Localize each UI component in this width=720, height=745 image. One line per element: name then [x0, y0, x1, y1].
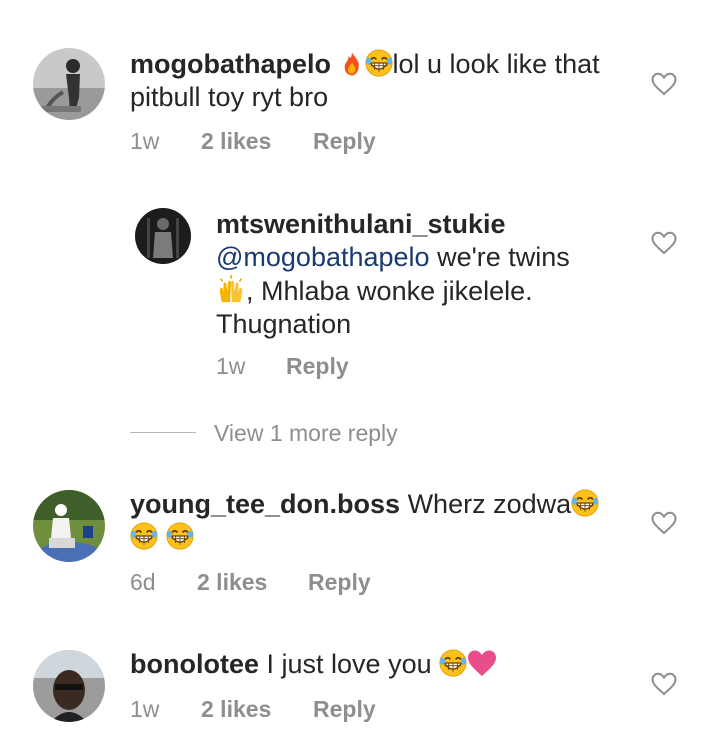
comment-text: mogobathapelo lol u look like that pitbu… — [130, 48, 650, 114]
fire-emoji-icon — [339, 51, 365, 77]
comment-meta: 1w 2 likes Reply — [130, 696, 430, 724]
tears-of-joy-emoji-icon — [365, 49, 393, 77]
reply-button[interactable]: Reply — [313, 128, 376, 155]
tears-of-joy-emoji-icon — [166, 522, 194, 550]
like-heart-icon[interactable] — [651, 672, 677, 696]
tears-of-joy-emoji-icon — [571, 489, 599, 517]
view-more-label[interactable]: View 1 more reply — [214, 420, 398, 447]
comment-body: Wherz zodwa — [407, 489, 572, 519]
username[interactable]: mogobathapelo — [130, 49, 331, 79]
raised-hands-emoji-icon — [216, 274, 246, 304]
username[interactable]: mtswenithulani_stukie — [216, 208, 636, 241]
likes-count[interactable]: 2 likes — [201, 696, 271, 723]
divider — [130, 432, 196, 433]
reply-button[interactable]: Reply — [308, 569, 371, 596]
avatar[interactable] — [135, 208, 191, 264]
likes-count[interactable]: 2 likes — [197, 569, 267, 596]
username[interactable]: young_tee_don.boss — [130, 489, 400, 519]
comment-meta: 6d 2 likes Reply — [130, 569, 430, 597]
like-heart-icon[interactable] — [651, 72, 677, 96]
reply-button[interactable]: Reply — [313, 696, 376, 723]
avatar[interactable] — [33, 490, 105, 562]
comment-body-part1: we're twins — [429, 242, 570, 272]
comment-meta: 1w Reply — [216, 353, 416, 381]
mention-link[interactable]: @mogobathapelo — [216, 242, 430, 272]
timestamp: 6d — [130, 569, 156, 595]
comment-body-part3: Thugnation — [216, 309, 352, 339]
comment-text: young_tee_don.boss Wherz zodwa — [130, 488, 630, 554]
tears-of-joy-emoji-icon — [439, 649, 467, 677]
comment-text: mtswenithulani_stukie @mogobathapelo we'… — [216, 208, 636, 341]
pink-heart-emoji-icon — [467, 649, 497, 677]
avatar[interactable] — [33, 48, 105, 120]
reply-button[interactable]: Reply — [286, 353, 349, 380]
avatar[interactable] — [33, 650, 105, 722]
timestamp: 1w — [216, 353, 246, 379]
comment-text: bonolotee I just love you — [130, 648, 630, 681]
comment-body-part2: , Mhlaba wonke jikelele. — [246, 276, 533, 306]
timestamp: 1w — [130, 696, 160, 722]
likes-count[interactable]: 2 likes — [201, 128, 271, 155]
comment-meta: 1w 2 likes Reply — [130, 128, 430, 156]
like-heart-icon[interactable] — [651, 511, 677, 535]
username[interactable]: bonolotee — [130, 649, 259, 679]
tears-of-joy-emoji-icon — [130, 522, 158, 550]
like-heart-icon[interactable] — [651, 231, 677, 255]
timestamp: 1w — [130, 128, 160, 154]
comment-body: I just love you — [266, 649, 432, 679]
